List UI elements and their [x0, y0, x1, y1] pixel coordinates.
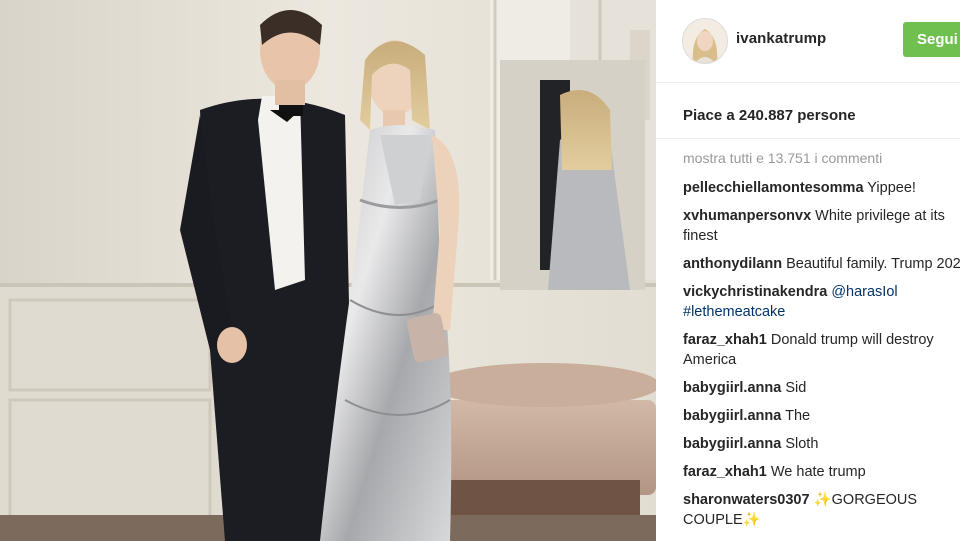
- comment-item: babygiirl.anna Sid: [683, 378, 960, 398]
- comment-author[interactable]: xvhumanpersonvx: [683, 208, 811, 224]
- comment-item: xvhumanpersonvx White privilege at its f…: [683, 206, 960, 246]
- username[interactable]: ivankatrump: [736, 30, 826, 47]
- comment-text: The: [785, 408, 811, 424]
- comment-text: Beautiful family. Trump 2020: [786, 256, 960, 272]
- comment-text: Sloth: [785, 436, 819, 452]
- comment-author[interactable]: sharonwaters0307: [683, 492, 810, 508]
- view-all-comments-link[interactable]: mostra tutti e 13.751 i commenti: [683, 150, 882, 166]
- photo-illustration: [0, 0, 656, 541]
- follow-button[interactable]: Segui: [903, 22, 960, 57]
- comment-author[interactable]: babygiirl.anna: [683, 436, 781, 452]
- comment-author[interactable]: babygiirl.anna: [683, 408, 781, 424]
- comment-author[interactable]: anthonydilann: [683, 256, 782, 272]
- comment-author[interactable]: faraz_xhah1: [683, 332, 767, 348]
- comment-item: pellecchiellamontesomma Yippee!: [683, 178, 960, 198]
- post-side-panel: ivankatrump Segui Piace a 240.887 person…: [656, 0, 960, 541]
- comment-text: We hate trump: [770, 464, 866, 480]
- comment-item: vickychristinakendra @harasIol #lethemea…: [683, 282, 960, 322]
- comment-author[interactable]: babygiirl.anna: [683, 380, 781, 396]
- comment-author[interactable]: pellecchiellamontesomma: [683, 180, 864, 196]
- post-photo[interactable]: [0, 0, 656, 541]
- comment-item: anthonydilann Beautiful family. Trump 20…: [683, 254, 960, 274]
- comment-item: babygiirl.anna The: [683, 406, 960, 426]
- comment-item: sharonwaters0307 ✨GORGEOUS COUPLE✨: [683, 490, 960, 530]
- comment-item: faraz_xhah1 Donald trump will destroy Am…: [683, 330, 960, 370]
- comment-list: pellecchiellamontesomma Yippee! xvhumanp…: [683, 178, 960, 538]
- comment-text: Yippee!: [867, 180, 916, 196]
- post-header: ivankatrump Segui: [656, 0, 960, 83]
- avatar[interactable]: [682, 18, 728, 64]
- divider: [656, 138, 960, 139]
- comment-author[interactable]: vickychristinakendra: [683, 284, 827, 300]
- comment-item: babygiirl.anna Sloth: [683, 434, 960, 454]
- comment-text: Sid: [785, 380, 807, 396]
- avatar-image: [683, 19, 727, 63]
- comment-author[interactable]: faraz_xhah1: [683, 464, 767, 480]
- likes-count[interactable]: Piace a 240.887 persone: [683, 107, 856, 124]
- comment-item: faraz_xhah1 We hate trump: [683, 462, 960, 482]
